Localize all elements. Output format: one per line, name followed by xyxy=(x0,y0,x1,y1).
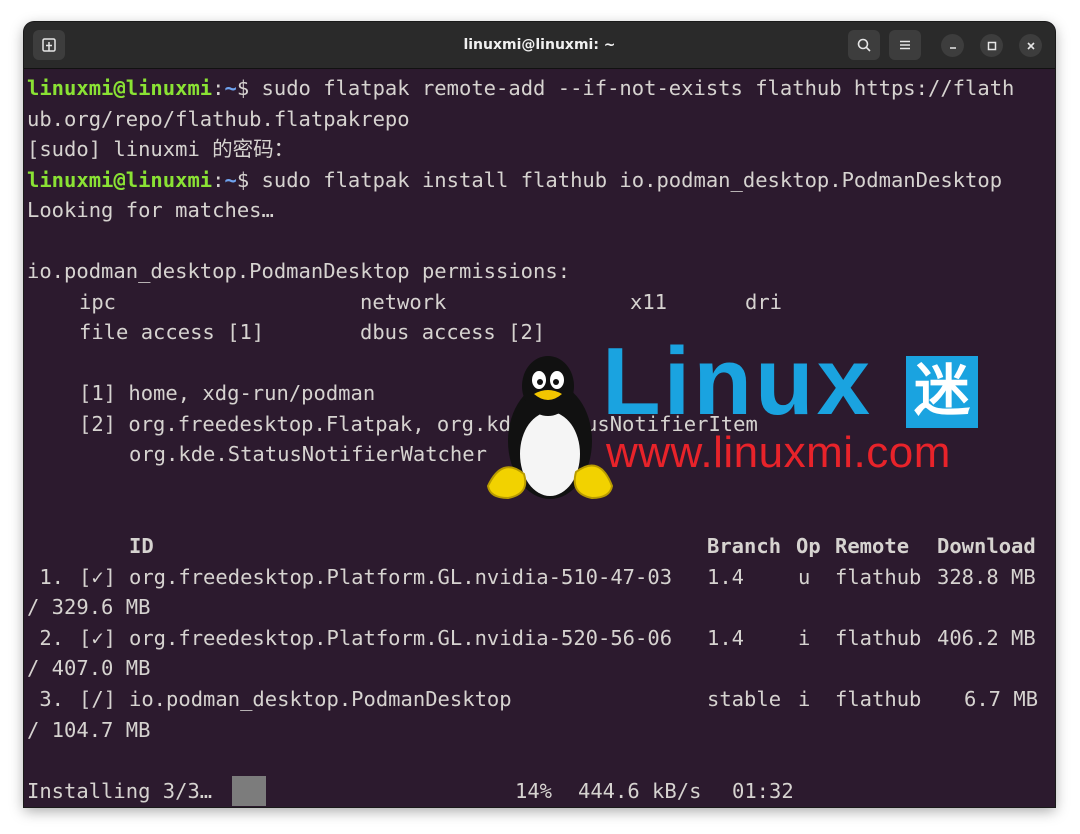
close-icon xyxy=(1026,41,1035,50)
row-branch: 1.4 xyxy=(707,565,745,589)
terminal-cursor xyxy=(232,776,266,806)
maximize-button[interactable] xyxy=(980,34,1003,57)
progress-percent: 14% xyxy=(515,779,553,803)
prompt-dollar: $ xyxy=(236,76,262,100)
permission-note-2-cont: org.kde.StatusNotifierWatcher xyxy=(129,442,487,466)
permission-x11: x11 xyxy=(630,290,668,314)
permissions-heading: io.podman_desktop.PodmanDesktop permissi… xyxy=(27,259,571,283)
row-download: 406.2 MB xyxy=(937,626,1036,650)
row-id: org.freedesktop.Platform.GL.nvidia-520-5… xyxy=(129,626,673,650)
row-download: 328.8 MB xyxy=(937,565,1036,589)
table-row: 2. [✓] org.freedesktop.Platform.GL.nvidi… xyxy=(27,623,1047,653)
new-tab-icon xyxy=(42,38,56,52)
row-branch: 1.4 xyxy=(707,626,745,650)
column-remote: Remote xyxy=(835,534,910,558)
command-line-2: linuxmi@linuxmi:~$ sudo flatpak install … xyxy=(27,165,1002,195)
row-number: 2. xyxy=(27,626,65,650)
permission-note-1: [1] home, xdg-run/podman xyxy=(79,381,376,405)
row-total: / 407.0 MB xyxy=(27,656,151,680)
maximize-icon xyxy=(987,41,996,50)
row-op: i xyxy=(798,626,811,650)
row-remote: flathub xyxy=(835,687,922,711)
search-icon xyxy=(857,38,871,52)
row-remote: flathub xyxy=(835,565,922,589)
terminal-window: linuxmi@linuxmi: ~ linuxmi@linuxmi:~$ su… xyxy=(24,22,1055,807)
permission-dri: dri xyxy=(745,290,783,314)
command-line-1: linuxmi@linuxmi:~$ sudo flatpak remote-a… xyxy=(27,73,1014,103)
row-branch: stable xyxy=(707,687,782,711)
row-op: u xyxy=(798,565,811,589)
column-op: Op xyxy=(796,534,821,558)
row-total: / 104.7 MB xyxy=(27,718,151,742)
table-row: 1. [✓] org.freedesktop.Platform.GL.nvidi… xyxy=(27,562,1047,592)
progress-label: Installing 3/3… xyxy=(27,779,213,803)
permission-dbus-access: dbus access [2] xyxy=(360,320,546,344)
prompt-user: linuxmi@linuxmi xyxy=(27,76,213,100)
progress-rate: 444.6 kB/s xyxy=(578,779,702,803)
terminal-output[interactable]: linuxmi@linuxmi:~$ sudo flatpak remote-a… xyxy=(24,69,1055,807)
command-text: sudo flatpak install flathub io.podman_d… xyxy=(261,168,1003,192)
menu-button[interactable] xyxy=(889,30,921,60)
prompt-path: ~ xyxy=(224,168,237,192)
table-row: 3. [/] io.podman_desktop.PodmanDesktop s… xyxy=(27,684,1047,714)
row-id: io.podman_desktop.PodmanDesktop xyxy=(129,687,512,711)
row-number: 3. xyxy=(27,687,65,711)
row-id: org.freedesktop.Platform.GL.nvidia-510-4… xyxy=(129,565,673,589)
row-status: [/] xyxy=(79,687,117,711)
permission-note-2: [2] org.freedesktop.Flatpak, org.kde.Sta… xyxy=(79,412,758,436)
row-download: 6.7 MB xyxy=(964,687,1039,711)
title-bar: linuxmi@linuxmi: ~ xyxy=(24,22,1055,69)
sudo-password-prompt: [sudo] linuxmi 的密码： xyxy=(27,137,295,161)
permission-ipc: ipc xyxy=(79,290,117,314)
minimize-icon xyxy=(949,46,956,49)
install-progress: Installing 3/3… 14% 444.6 kB/s 01:32 xyxy=(27,776,1047,806)
prompt-separator: : xyxy=(212,168,225,192)
progress-eta: 01:32 xyxy=(732,779,794,803)
close-button[interactable] xyxy=(1019,34,1042,57)
column-download: Download xyxy=(937,534,1036,558)
prompt-separator: : xyxy=(212,76,225,100)
output-line: Looking for matches… xyxy=(27,198,274,222)
permissions-row-1: ipc network x11 dri xyxy=(27,287,1027,317)
minimize-button[interactable] xyxy=(941,34,964,57)
prompt-path: ~ xyxy=(224,76,237,100)
row-number: 1. xyxy=(27,565,65,589)
permission-network: network xyxy=(360,290,447,314)
search-button[interactable] xyxy=(848,30,880,60)
output-line: ub.org/repo/flathub.flatpakrepo xyxy=(27,107,410,131)
row-remote: flathub xyxy=(835,626,922,650)
hamburger-menu-icon xyxy=(900,40,910,50)
prompt-dollar: $ xyxy=(236,168,262,192)
row-status: [✓] xyxy=(79,626,117,650)
column-id: ID xyxy=(129,534,154,558)
prompt-user: linuxmi@linuxmi xyxy=(27,168,213,192)
row-total: / 329.6 MB xyxy=(27,595,151,619)
new-tab-button[interactable] xyxy=(33,30,65,60)
permissions-row-2: file access [1] dbus access [2] xyxy=(27,317,1027,347)
column-branch: Branch xyxy=(707,534,782,558)
table-header: ID Branch Op Remote Download xyxy=(27,531,1047,561)
command-text: sudo flatpak remote-add --if-not-exists … xyxy=(261,76,1015,100)
row-status: [✓] xyxy=(79,565,117,589)
row-op: i xyxy=(798,687,811,711)
permission-file-access: file access [1] xyxy=(79,320,265,344)
